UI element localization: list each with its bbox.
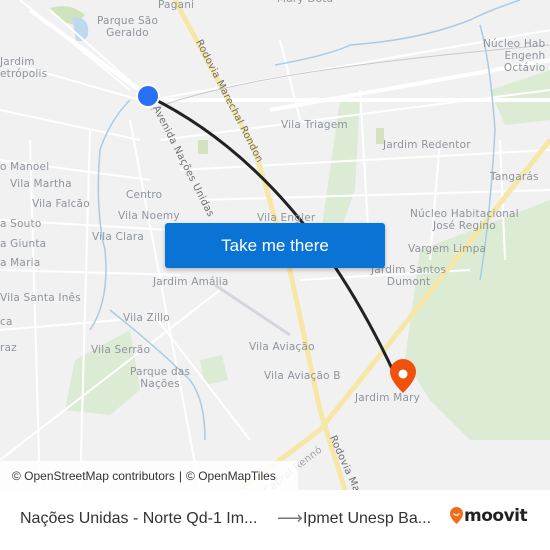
destination-name: Ipmet Unesp Ba... bbox=[303, 510, 432, 527]
park-area bbox=[405, 200, 550, 440]
attribution-separator: | bbox=[178, 468, 183, 483]
moovit-logo: moovit bbox=[449, 506, 528, 526]
place-label-vila-aviacao: Vila Aviação bbox=[249, 341, 315, 353]
place-label-vila-martha: Vila Martha bbox=[10, 178, 72, 190]
airport-runway bbox=[214, 283, 291, 337]
moovit-pin-icon bbox=[450, 507, 463, 524]
osm-attribution-link[interactable]: © OpenStreetMap contributors bbox=[12, 469, 175, 483]
route-footer: Nações Unidas - Norte Qd-1 Im... ⟶ Ipmet… bbox=[0, 490, 550, 550]
place-label-vila-triagem: Vila Triagem bbox=[281, 119, 348, 131]
place-label-jardim-petropolis: Jardim etrópolis bbox=[0, 56, 48, 80]
place-label-vargem-limpa: Vargem Limpa bbox=[408, 243, 487, 255]
arrow-right-icon: ⟶ bbox=[277, 508, 303, 528]
place-label-giunta: a Giunta bbox=[0, 238, 47, 250]
place-label-parque-sao-geraldo: Parque São Geraldo bbox=[97, 15, 159, 39]
place-label-vila-clara: Vila Clara bbox=[92, 231, 144, 243]
place-label-jardim-mary: Jardim Mary bbox=[355, 392, 421, 404]
place-label-souto: a Souto bbox=[0, 218, 42, 230]
park-area bbox=[198, 140, 208, 154]
destination-marker[interactable] bbox=[389, 358, 417, 393]
place-label-mary-dota: Mary Dota bbox=[277, 0, 333, 5]
place-label-parque-das-nacoes: Parque das Nações bbox=[130, 366, 191, 390]
place-label-nucleo-octavio: Núcleo Hab Engenh Octávio bbox=[483, 38, 546, 74]
place-label-vila-falcao: Vila Falcão bbox=[32, 198, 90, 210]
map-view[interactable]: Pagani Mary Dota Parque São Geraldo Jard… bbox=[0, 0, 550, 490]
place-label-vila-zillo: Vila Zillo bbox=[123, 312, 170, 324]
place-label-vila-noemy: Vila Noemy bbox=[118, 210, 180, 222]
place-label-ca: ca bbox=[0, 316, 13, 328]
map-attribution: © OpenStreetMap contributors | © OpenMap… bbox=[0, 461, 298, 490]
place-label-jardim-amalia: Jardim Amália bbox=[153, 276, 229, 288]
place-label-vila-aviacao-b: Vila Aviação B bbox=[264, 370, 341, 382]
place-label-nucleo-jose-regino: Núcleo Habitacional José Regino bbox=[410, 208, 519, 232]
place-label-jardim-redentor: Jardim Redentor bbox=[383, 139, 471, 151]
omt-attribution-link[interactable]: © OpenMapTiles bbox=[186, 469, 276, 483]
place-label-raz: raz bbox=[0, 342, 17, 354]
place-label-vila-serrao: Vila Serrão bbox=[91, 344, 151, 356]
place-label-pagani: Pagani bbox=[158, 0, 195, 11]
moovit-wordmark: moovit bbox=[464, 506, 528, 526]
place-label-centro: Centro bbox=[126, 189, 163, 201]
place-label-tangaras: Tangarás bbox=[490, 171, 539, 183]
origin-stop-name: Nações Unidas - Norte Qd-1 Im... bbox=[20, 510, 258, 527]
place-label-vila-santa-ines: Vila Santa Inês bbox=[0, 292, 81, 304]
place-label-sao-manoel: o Manoel bbox=[0, 161, 50, 173]
place-label-vila-maria: a Maria bbox=[0, 257, 41, 269]
take-me-there-button[interactable]: Take me there bbox=[165, 223, 385, 268]
